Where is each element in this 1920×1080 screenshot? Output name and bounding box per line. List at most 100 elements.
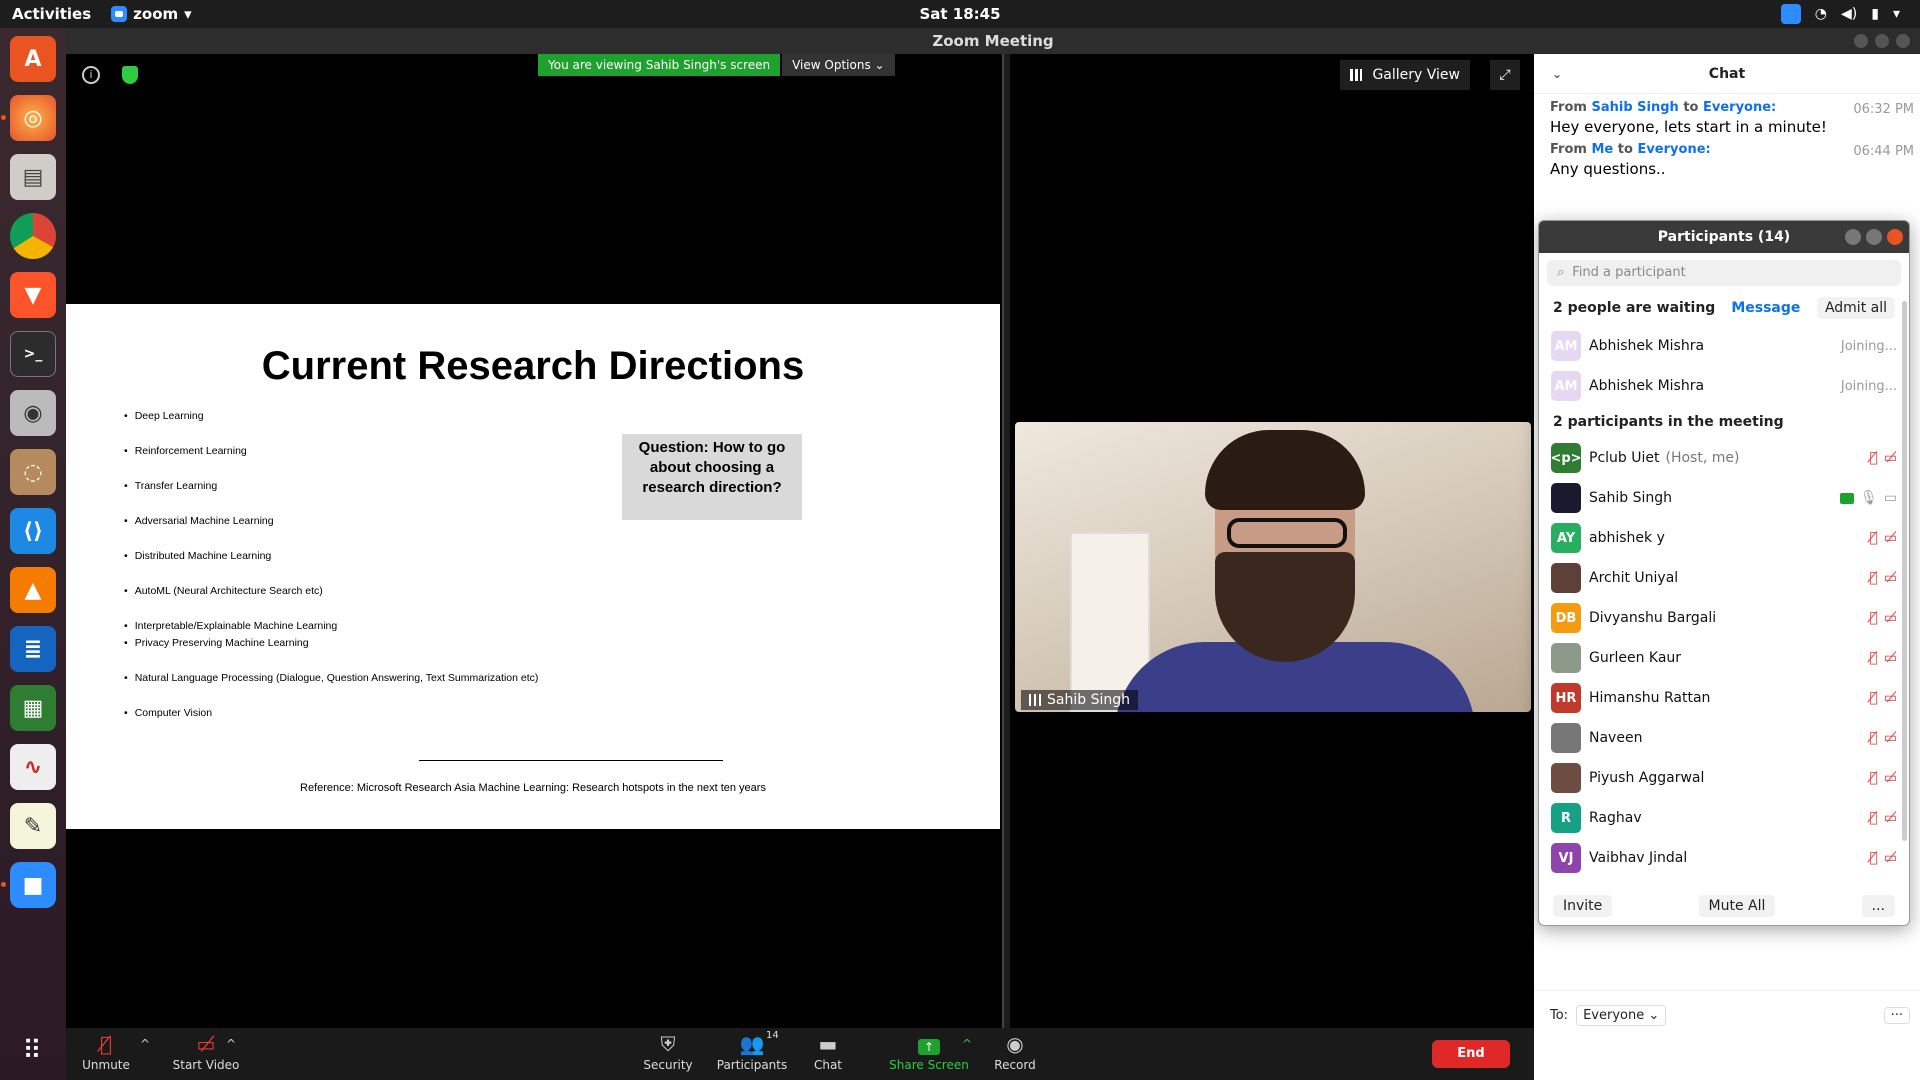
battery-icon: ▮ bbox=[1871, 6, 1879, 22]
firefox-icon[interactable]: ◎ bbox=[1, 95, 56, 141]
unmute-label: Unmute bbox=[82, 1058, 130, 1072]
system-tray[interactable]: ◔ ◀) ▮ ▾ bbox=[1780, 4, 1900, 24]
end-meeting-button[interactable]: End bbox=[1432, 1040, 1510, 1068]
chat-more-button[interactable]: ··· bbox=[1883, 1007, 1910, 1024]
chevron-down-icon: ▾ bbox=[184, 5, 192, 23]
participant-status-icons: 🎙̸ ▭̸ bbox=[1869, 690, 1897, 706]
package-icon[interactable]: ◌ bbox=[10, 449, 56, 495]
participants-titlebar[interactable]: Participants (14) bbox=[1539, 221, 1909, 253]
info-icon[interactable]: i bbox=[82, 66, 100, 84]
share-options-caret[interactable]: ^ bbox=[960, 1032, 974, 1056]
shield-icon[interactable] bbox=[122, 66, 138, 84]
sender-name[interactable]: Me bbox=[1591, 142, 1613, 157]
start-video-label: Start Video bbox=[172, 1058, 240, 1072]
video-person-hair bbox=[1205, 430, 1365, 510]
video-off-icon: ▭̸ bbox=[1883, 530, 1897, 546]
video-off-icon: ▭̸ bbox=[1883, 690, 1897, 706]
chat-button[interactable]: ▬ Chat bbox=[808, 1032, 848, 1072]
participant-status-icons: 🎙̸ ▭̸ bbox=[1869, 730, 1897, 746]
text-editor-icon[interactable]: ✎ bbox=[10, 803, 56, 849]
record-button[interactable]: ◉ Record bbox=[990, 1032, 1040, 1072]
waiting-count: 2 people are waiting bbox=[1553, 300, 1716, 316]
presentation-slide: Current Research Directions Deep Learnin… bbox=[66, 304, 1000, 829]
software-center-icon[interactable]: A bbox=[10, 36, 56, 82]
participant-row[interactable]: VJ Vaibhav Jindal 🎙̸ ▭̸ bbox=[1539, 838, 1909, 878]
participant-name: Raghav bbox=[1589, 810, 1642, 826]
more-options-button[interactable]: ... bbox=[1861, 895, 1895, 917]
message-waiting-button[interactable]: Message bbox=[1731, 300, 1800, 316]
close-button[interactable] bbox=[1887, 229, 1903, 245]
to-label: to bbox=[1617, 142, 1633, 157]
chat-message-text: Hey everyone, lets start in a minute! bbox=[1550, 118, 1827, 136]
participant-name: Vaibhav Jindal bbox=[1589, 850, 1688, 866]
muted-microphone-icon: 🎙̸ bbox=[1869, 650, 1878, 666]
participant-search-input[interactable]: ⌕ Find a participant bbox=[1547, 260, 1901, 286]
chat-message-text: Any questions.. bbox=[1550, 160, 1666, 178]
participants-scrollbar[interactable] bbox=[1902, 301, 1907, 841]
participant-row[interactable]: AY abhishek y 🎙̸ ▭̸ bbox=[1539, 518, 1909, 558]
admit-all-button[interactable]: Admit all bbox=[1816, 297, 1895, 319]
zoom-dock-icon[interactable]: ■ bbox=[1, 862, 56, 908]
participant-video[interactable]: Sahib Singh bbox=[1015, 422, 1531, 712]
chat-message-sender: From Me to Everyone: bbox=[1550, 142, 1904, 157]
recipient-dropdown[interactable]: Everyone ⌄ bbox=[1576, 1005, 1667, 1026]
calc-icon[interactable]: ▦ bbox=[10, 685, 56, 731]
vscode-icon[interactable]: ⟨⟩ bbox=[10, 508, 56, 554]
brave-icon[interactable]: ▼ bbox=[10, 272, 56, 318]
minimize-button[interactable] bbox=[1845, 229, 1861, 245]
caret-up-icon: ^ bbox=[961, 1037, 973, 1051]
waiting-participant-row[interactable]: AM Abhishek Mishra Joining... bbox=[1539, 326, 1909, 366]
participant-row[interactable]: HR Himanshu Rattan 🎙̸ ▭̸ bbox=[1539, 678, 1909, 718]
avatar bbox=[1551, 723, 1581, 753]
minimize-button[interactable] bbox=[1854, 34, 1868, 48]
chrome-icon[interactable] bbox=[10, 213, 56, 259]
collapse-chevron-icon[interactable]: ⌄ bbox=[1552, 54, 1562, 94]
show-applications-icon[interactable]: ⠿ bbox=[22, 1036, 43, 1066]
participant-row[interactable]: Sahib Singh 🎙 ▭ bbox=[1539, 478, 1909, 518]
video-options-caret[interactable]: ^ bbox=[224, 1032, 238, 1056]
gallery-view-label: Gallery View bbox=[1372, 67, 1460, 83]
unmute-button[interactable]: 🎙̸ Unmute bbox=[76, 1032, 136, 1072]
pane-splitter[interactable] bbox=[1002, 54, 1010, 1028]
audio-options-caret[interactable]: ^ bbox=[138, 1032, 152, 1056]
mute-all-button[interactable]: Mute All bbox=[1698, 895, 1776, 917]
activities-button[interactable]: Activities bbox=[0, 5, 103, 23]
participant-row[interactable]: <p> Pclub Uiet (Host, me) 🎙̸ ▭̸ bbox=[1539, 438, 1909, 478]
chat-message-time: 06:44 PM bbox=[1853, 144, 1914, 159]
participant-role: (Host, me) bbox=[1665, 450, 1740, 466]
participant-status-icons: 🎙̸ ▭̸ bbox=[1869, 610, 1897, 626]
security-button[interactable]: ⛨ Security bbox=[638, 1032, 698, 1072]
writer-icon[interactable]: ≣ bbox=[10, 626, 56, 672]
invite-button[interactable]: Invite bbox=[1553, 895, 1613, 917]
avatar: R bbox=[1551, 803, 1581, 833]
sender-name[interactable]: Sahib Singh bbox=[1591, 100, 1678, 115]
avatar bbox=[1551, 483, 1581, 513]
microphone-icon: 🎙 bbox=[1859, 490, 1878, 506]
clock[interactable]: Sat 18:45 bbox=[919, 5, 1000, 23]
terminal-icon[interactable]: >_ bbox=[10, 331, 56, 377]
close-button[interactable] bbox=[1896, 34, 1910, 48]
participant-name: Archit Uniyal bbox=[1589, 570, 1679, 586]
participant-row[interactable]: DB Divyanshu Bargali 🎙̸ ▭̸ bbox=[1539, 598, 1909, 638]
participant-row[interactable]: Naveen 🎙̸ ▭̸ bbox=[1539, 718, 1909, 758]
fullscreen-button[interactable]: ⤢ bbox=[1490, 60, 1520, 90]
gallery-view-button[interactable]: Gallery View bbox=[1340, 60, 1470, 90]
zoom-tray-icon[interactable] bbox=[1780, 4, 1801, 24]
maximize-button[interactable] bbox=[1866, 229, 1882, 245]
camera-icon[interactable]: ◉ bbox=[10, 390, 56, 436]
file-manager-icon[interactable]: ▤ bbox=[10, 154, 56, 200]
participant-row[interactable]: Piyush Aggarwal 🎙̸ ▭̸ bbox=[1539, 758, 1909, 798]
participants-button[interactable]: 👥 14 Participants bbox=[712, 1030, 792, 1072]
participant-row[interactable]: Gurleen Kaur 🎙̸ ▭̸ bbox=[1539, 638, 1909, 678]
search-placeholder: Find a participant bbox=[1572, 265, 1686, 280]
to-label: to bbox=[1683, 100, 1699, 115]
waiting-participant-row[interactable]: AM Abhishek Mishra Joining... bbox=[1539, 366, 1909, 406]
vlc-icon[interactable]: ▲ bbox=[10, 567, 56, 613]
waiting-room-bar: 2 people are waiting Message Admit all bbox=[1539, 290, 1909, 326]
document-viewer-icon[interactable]: ∿ bbox=[10, 744, 56, 790]
participant-row[interactable]: R Raghav 🎙̸ ▭̸ bbox=[1539, 798, 1909, 838]
participant-row[interactable]: Archit Uniyal 🎙̸ ▭̸ bbox=[1539, 558, 1909, 598]
maximize-button[interactable] bbox=[1875, 34, 1889, 48]
view-options-button[interactable]: View Options ⌄ bbox=[782, 54, 895, 76]
app-menu[interactable]: zoom ▾ bbox=[111, 5, 192, 23]
